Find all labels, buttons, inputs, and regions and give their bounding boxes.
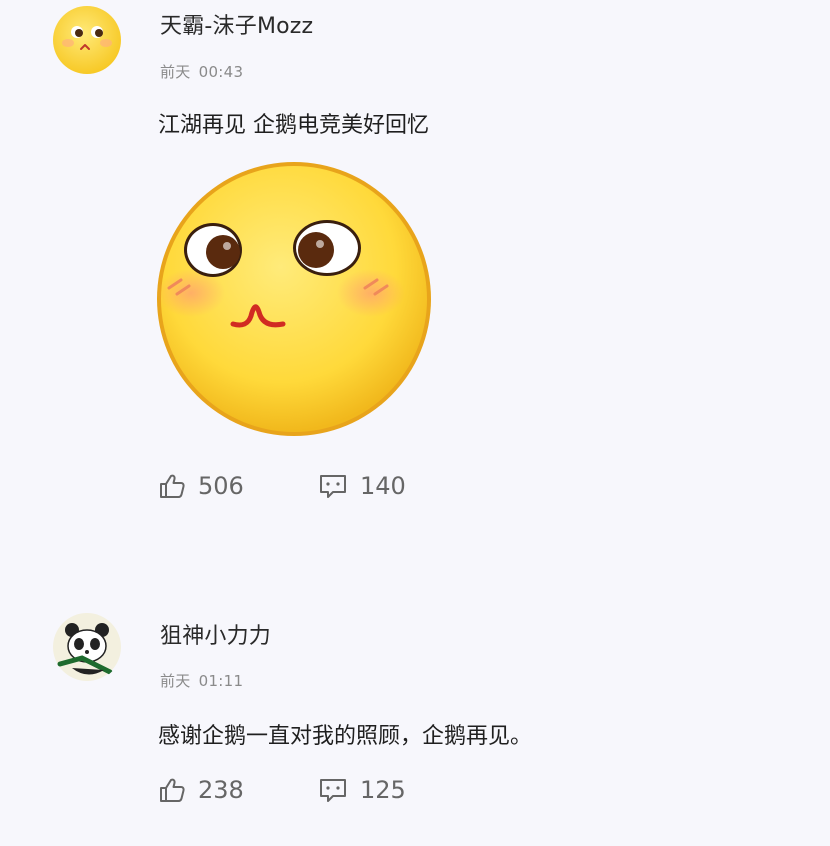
like-count: 506 [198, 472, 244, 500]
panda-avatar-icon [53, 613, 121, 681]
timestamp-day: 前天 [160, 672, 191, 690]
username[interactable]: 天霸-沫子Mozz [160, 8, 313, 40]
emoji-avatar-icon [53, 6, 121, 74]
reply-count: 140 [360, 472, 406, 500]
comment-text: 江湖再见 企鹅电竞美好回忆 [158, 113, 429, 138]
reply-button[interactable]: 140 [318, 472, 406, 500]
timestamp: 前天 00:43 [160, 61, 243, 82]
reply-count: 125 [360, 776, 406, 804]
timestamp: 前天 01:11 [160, 670, 243, 691]
comment-item: 天霸-沫子Mozz 前天 00:43 江湖再见 企鹅电竞美好回忆 506 140 [0, 0, 830, 560]
reply-button[interactable]: 125 [318, 776, 406, 804]
timestamp-time: 00:43 [198, 63, 244, 81]
like-count: 238 [198, 776, 244, 804]
user-avatar[interactable] [52, 612, 122, 682]
comment-text: 感谢企鹅一直对我的照顾，企鹅再见。 [158, 724, 533, 749]
comment-bubble-icon [320, 779, 346, 802]
timestamp-time: 01:11 [198, 672, 244, 690]
user-avatar[interactable] [52, 5, 122, 75]
comment-bubble-icon [320, 475, 346, 498]
thumbs-up-icon [160, 474, 185, 498]
like-button[interactable]: 238 [158, 776, 244, 804]
emoji-sticker-icon [157, 162, 431, 436]
thumbs-up-icon [160, 778, 185, 802]
timestamp-day: 前天 [160, 63, 191, 81]
like-button[interactable]: 506 [158, 472, 244, 500]
emoji-sticker[interactable] [155, 160, 437, 446]
username[interactable]: 狙神小力力 [160, 618, 271, 650]
comment-item: 狙神小力力 前天 01:11 感谢企鹅一直对我的照顾，企鹅再见。 238 125 [0, 600, 830, 846]
